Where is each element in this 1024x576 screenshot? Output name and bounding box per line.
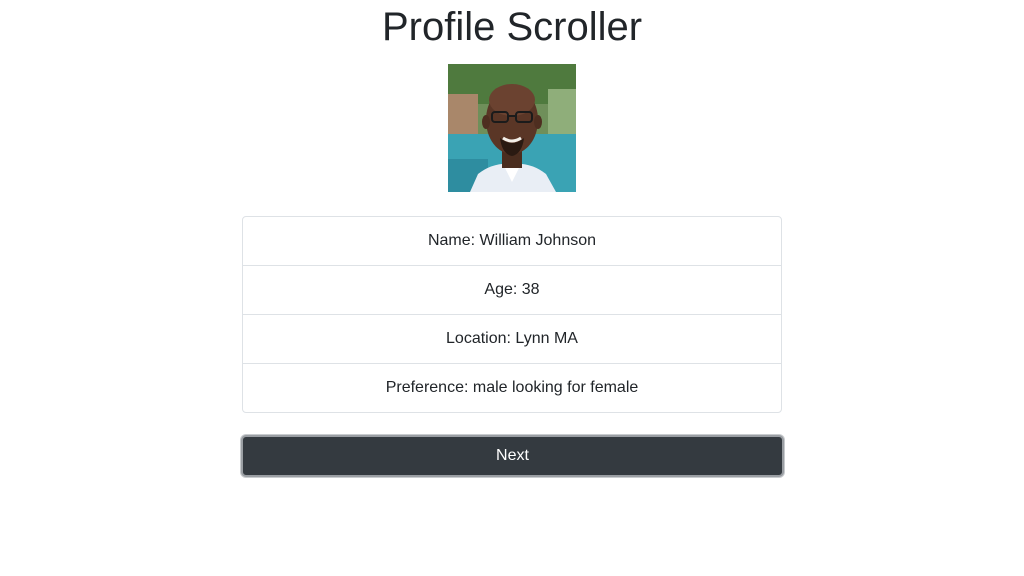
next-button[interactable]: Next — [241, 435, 784, 477]
profile-photo — [448, 64, 576, 192]
profile-scroller-page: Profile Scroller Name: William Johnson A… — [0, 0, 1024, 576]
profile-preference: Preference: male looking for female — [385, 379, 639, 396]
profile-location: Location: Lynn MA — [243, 315, 781, 364]
profile-photo-image — [448, 64, 576, 192]
profile-name: Name: William Johnson — [243, 217, 781, 266]
profile-details-list: Name: William Johnson Age: 38 Location: … — [242, 216, 782, 413]
profile-age: Age: 38 — [243, 266, 781, 315]
page-title: Profile Scroller — [381, 5, 643, 49]
